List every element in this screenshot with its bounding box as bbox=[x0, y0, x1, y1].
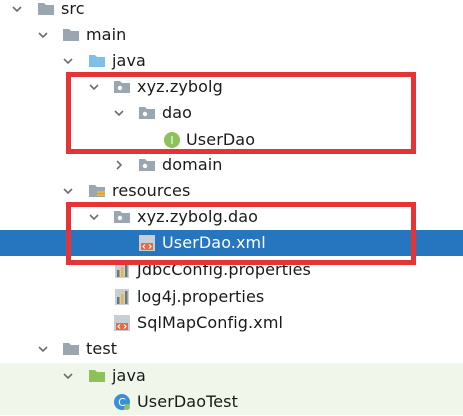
package-icon bbox=[138, 156, 156, 174]
tree-node-label: dao bbox=[162, 103, 193, 122]
tree-node-label: domain bbox=[162, 155, 223, 174]
tree-node-package-xyz-zybolg[interactable]: xyz.zybolg bbox=[0, 74, 463, 100]
tree-node-package-domain[interactable]: domain bbox=[0, 152, 463, 178]
tree-node-sqlmapconfig-xml[interactable]: SqlMapConfig.xml bbox=[0, 310, 463, 336]
chevron-down-icon[interactable] bbox=[88, 211, 100, 223]
chevron-down-icon[interactable] bbox=[88, 81, 100, 93]
package-icon bbox=[138, 104, 156, 122]
tree-node-test[interactable]: test bbox=[0, 336, 463, 362]
tree-node-label: SqlMapConfig.xml bbox=[137, 313, 284, 332]
chevron-down-icon[interactable] bbox=[62, 185, 74, 197]
tree-node-src[interactable]: src bbox=[0, 0, 463, 22]
source-folder-icon bbox=[88, 52, 106, 70]
chevron-down-icon[interactable] bbox=[37, 343, 49, 355]
resources-folder-icon bbox=[88, 182, 106, 200]
tree-node-label: log4j.properties bbox=[137, 287, 265, 306]
properties-file-icon bbox=[113, 288, 131, 306]
properties-file-icon bbox=[113, 261, 131, 279]
package-icon bbox=[113, 208, 131, 226]
chevron-right-icon[interactable] bbox=[113, 159, 125, 171]
tree-node-label: src bbox=[61, 0, 85, 18]
tree-node-label: xyz.zybolg.dao bbox=[137, 207, 259, 226]
tree-node-package-xyz-zybolg-dao[interactable]: xyz.zybolg.dao bbox=[0, 204, 463, 230]
chevron-down-icon[interactable] bbox=[62, 370, 74, 382]
tree-node-label: xyz.zybolg bbox=[137, 77, 223, 96]
tree-node-label: java bbox=[112, 366, 146, 385]
chevron-down-icon[interactable] bbox=[113, 107, 125, 119]
chevron-down-icon[interactable] bbox=[62, 55, 74, 67]
xml-file-icon bbox=[138, 234, 156, 252]
tree-node-label: resources bbox=[112, 181, 191, 200]
tree-node-jdbcconfig-properties[interactable]: JdbcConfig.properties bbox=[0, 257, 463, 283]
tree-node-main[interactable]: main bbox=[0, 22, 463, 48]
interface-icon: I bbox=[163, 131, 181, 149]
tree-node-package-dao[interactable]: dao bbox=[0, 100, 463, 126]
package-icon bbox=[113, 78, 131, 96]
tree-node-userdao-interface[interactable]: I UserDao bbox=[0, 127, 463, 153]
tree-node-label: UserDao bbox=[186, 130, 256, 149]
tree-node-label: UserDaoTest bbox=[137, 392, 238, 411]
tree-node-java-main[interactable]: java bbox=[0, 48, 463, 74]
tree-node-log4j-properties[interactable]: log4j.properties bbox=[0, 284, 463, 310]
xml-file-icon bbox=[113, 314, 131, 332]
tree-node-resources[interactable]: resources bbox=[0, 178, 463, 204]
folder-icon bbox=[37, 0, 55, 18]
tree-node-label: UserDao.xml bbox=[162, 233, 266, 252]
class-icon: C bbox=[113, 393, 131, 411]
tree-node-label: test bbox=[86, 339, 118, 358]
folder-icon bbox=[62, 340, 80, 358]
folder-icon bbox=[62, 26, 80, 44]
tree-node-label: java bbox=[112, 51, 146, 70]
tree-node-userdaotest-class[interactable]: C UserDaoTest bbox=[0, 389, 463, 415]
chevron-down-icon[interactable] bbox=[11, 3, 23, 15]
tree-node-label: JdbcConfig.properties bbox=[137, 260, 311, 279]
tree-node-java-test[interactable]: java bbox=[0, 363, 463, 389]
svg-text:I: I bbox=[170, 134, 173, 147]
tree-node-label: main bbox=[86, 25, 127, 44]
chevron-down-icon[interactable] bbox=[37, 29, 49, 41]
project-tree: src main java xyz.zybolg dao I UserDao d… bbox=[0, 0, 463, 416]
test-source-folder-icon bbox=[88, 367, 106, 385]
tree-node-userdao-xml[interactable]: UserDao.xml bbox=[0, 230, 463, 256]
